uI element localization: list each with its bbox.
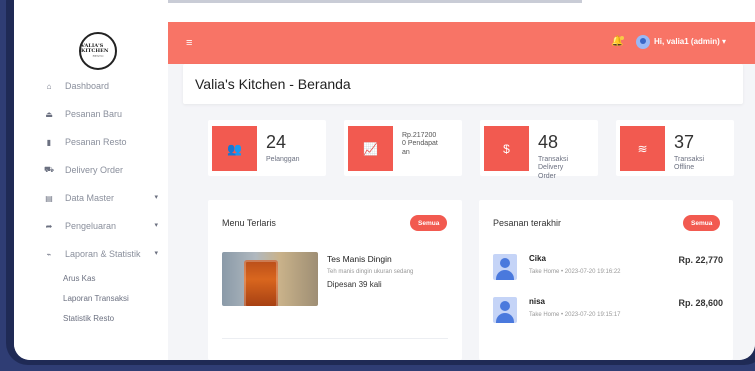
list-item[interactable]: Cika Take Home • 2023-07-20 19:16:22 Rp.… [493,254,723,284]
stat-card-pelanggan[interactable]: 👥 24 Pelanggan [208,120,326,176]
page-title-card: Valia's Kitchen - Beranda [183,64,743,104]
stat-value: 48 [538,132,559,152]
sidebar-subitem-statistik-resto[interactable]: Statistik Resto [14,308,168,328]
sidebar-item-label: Pesanan Baru [65,109,123,119]
divider [222,338,448,339]
semua-button[interactable]: Semua [683,215,721,231]
user-avatar-icon [493,297,517,323]
sidebar-subnav: Arus Kas Laporan Transaksi Statistik Res… [14,268,168,328]
stat-value: 37 [674,132,695,152]
export-icon: ➦ [45,221,53,231]
sidebar-subitem-arus-kas[interactable]: Arus Kas [14,268,168,288]
order-customer-name: Cika [529,254,546,263]
panel-title: Menu Terlaris [222,218,276,228]
menu-item-image[interactable] [222,252,318,306]
order-customer-name: nisa [529,297,546,306]
menu-item-name[interactable]: Tes Manis Dingin [327,254,392,264]
logo-text: VALIA'S KITCHEN [81,42,109,54]
eject-icon: ⏏ [45,109,53,119]
chevron-down-icon: ▾ [154,222,158,229]
stat-label: Transaksi Delivery Order [538,156,569,180]
database-icon: ▤ [45,193,53,203]
sidebar-item-pesanan-resto[interactable]: ▮ Pesanan Resto [14,128,168,156]
page-title: Valia's Kitchen - Beranda [195,76,351,92]
sidebar-item-data-master[interactable]: ▤ Data Master ▾ [14,184,168,212]
avatar[interactable] [636,35,650,49]
order-meta: Take Home • 2023-07-20 19:15:17 [529,312,621,318]
brand-logo[interactable]: VALIA'S KITCHEN RESTO [79,32,117,70]
users-icon: 👥 [212,126,257,171]
stat-label: Transaksi Offline [674,156,705,172]
sidebar-item-pesanan-baru[interactable]: ⏏ Pesanan Baru [14,100,168,128]
home-icon: ⌂ [46,81,52,91]
sidebar-item-label: Delivery Order [65,165,124,175]
menu-terlaris-panel: Menu Terlaris Semua Tes Manis Dingin Teh… [208,200,462,360]
order-meta: Take Home • 2023-07-20 19:16:22 [529,269,621,275]
menu-item-order-count: Dipesan 39 kali [327,280,382,289]
hamburger-icon[interactable]: ≡ [186,37,192,49]
money-icon: $ [484,126,529,171]
panel-title: Pesanan terakhir [493,218,562,228]
order-amount: Rp. 22,770 [678,255,723,265]
sidebar-item-dashboard[interactable]: ⌂ Dashboard [14,72,168,100]
sidebar-nav: ⌂ Dashboard ⏏ Pesanan Baru ▮ Pesanan Res… [14,72,168,328]
sidebar-item-label: Data Master [65,193,115,203]
user-menu[interactable]: Hi, valia1 (admin) ▾ [654,37,726,46]
semua-button[interactable]: Semua [410,215,448,231]
lines-icon: ≋ [620,126,665,171]
iced-tea-glass [244,260,278,306]
stat-label: Pendapatan [402,140,438,156]
stat-card-transaksi-offline[interactable]: ≋ 37 Transaksi Offline [616,120,734,176]
chart-line-icon: ⌁ [46,249,52,259]
user-avatar-icon [493,254,517,280]
sidebar-item-label: Pesanan Resto [65,137,127,147]
app-screen: VALIA'S KITCHEN RESTO ⌂ Dashboard ⏏ Pesa… [14,0,755,360]
sidebar: VALIA'S KITCHEN RESTO ⌂ Dashboard ⏏ Pesa… [14,0,168,360]
stat-value-label: Rp.2172000 Pendapatan [402,132,438,157]
stat-card-pendapatan[interactable]: 📈 Rp.2172000 Pendapatan [344,120,462,176]
stat-value: 24 [266,132,287,152]
sidebar-item-laporan-statistik[interactable]: ⌁ Laporan & Statistik ▾ [14,240,168,268]
sidebar-item-delivery-order[interactable]: ⛟ Delivery Order [14,156,168,184]
sidebar-item-pengeluaran[interactable]: ➦ Pengeluaran ▾ [14,212,168,240]
menu-item-desc: Teh manis dingin ukuran sedang [327,269,414,275]
main-content: ≡ 🔔 Hi, valia1 (admin) ▾ Valia's Kitchen… [168,22,755,360]
order-amount: Rp. 28,600 [678,298,723,308]
truck-icon: ⛟ [43,165,55,174]
stat-card-transaksi-delivery[interactable]: $ 48 Transaksi Delivery Order [480,120,598,180]
chevron-down-icon: ▾ [154,250,158,257]
clipboard-icon: ▮ [46,137,52,147]
chevron-down-icon: ▾ [154,194,158,201]
sidebar-item-label: Pengeluaran [65,221,117,231]
sidebar-subitem-laporan-transaksi[interactable]: Laporan Transaksi [14,288,168,308]
logo-subtext: RESTO [92,54,104,59]
pesanan-terakhir-panel: Pesanan terakhir Semua Cika Take Home • … [479,200,733,360]
sidebar-item-label: Dashboard [65,81,110,91]
stat-label: Pelanggan [266,156,300,163]
list-item[interactable]: nisa Take Home • 2023-07-20 19:15:17 Rp.… [493,297,723,327]
top-navbar: ≡ 🔔 Hi, valia1 (admin) ▾ [168,22,755,64]
chart-area-icon: 📈 [348,126,393,171]
notification-dot [620,36,624,40]
sidebar-item-label: Laporan & Statistik [65,249,141,259]
